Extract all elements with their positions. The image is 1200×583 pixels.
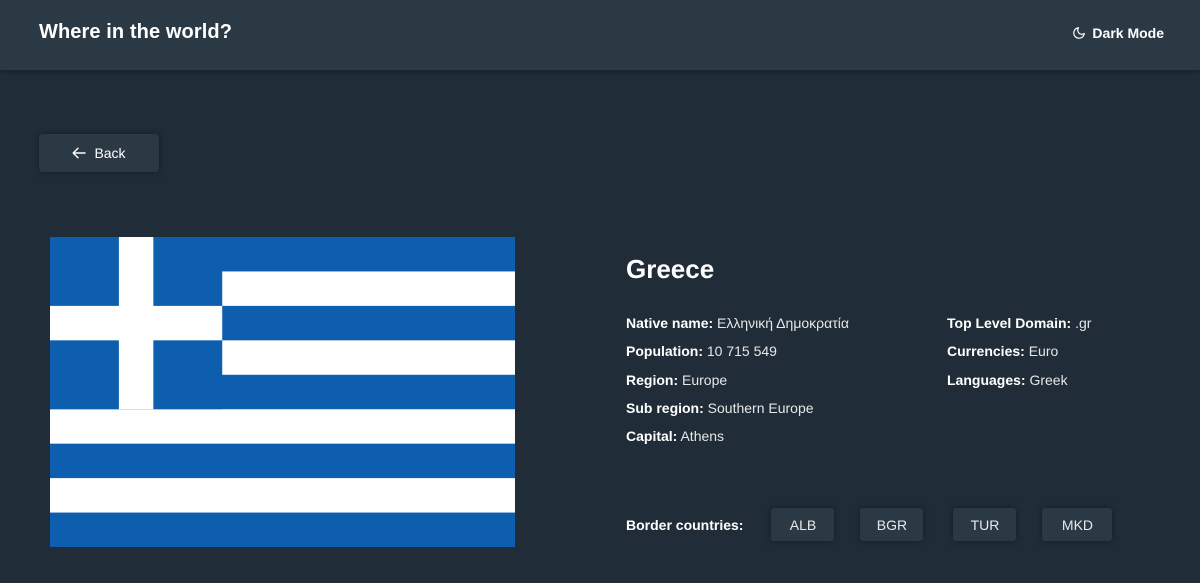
population-row: Population: 10 715 549 bbox=[626, 342, 849, 370]
border-country-button-mkd[interactable]: MKD bbox=[1042, 508, 1113, 541]
details-column-secondary: Top Level Domain: .gr Currencies: Euro L… bbox=[947, 314, 1091, 399]
native-name-row: Native name: Ελληνική Δημοκρατία bbox=[626, 314, 849, 342]
languages-label: Languages: bbox=[947, 371, 1026, 388]
sub-region-label: Sub region: bbox=[626, 399, 704, 416]
top-header: Where in the world? Dark Mode bbox=[0, 0, 1200, 70]
border-countries: Border countries: ALB BGR TUR MKD bbox=[626, 508, 1138, 541]
country-name: Greece bbox=[626, 254, 715, 284]
native-name-label: Native name: bbox=[626, 315, 714, 331]
population-label: Population: bbox=[626, 343, 703, 360]
currencies-value: Euro bbox=[1028, 343, 1059, 360]
currencies-label: Currencies: bbox=[947, 343, 1025, 360]
top-level-domain-label: Top Level Domain: bbox=[947, 315, 1072, 331]
details-column-primary: Native name: Ελληνική Δημοκρατία Populat… bbox=[626, 314, 849, 455]
country-details: Greece bbox=[626, 252, 714, 286]
border-country-button-bgr[interactable]: BGR bbox=[860, 508, 924, 541]
currencies-row: Currencies: Euro bbox=[947, 342, 1091, 370]
back-label: Back bbox=[94, 145, 126, 161]
languages-row: Languages: Greek bbox=[947, 371, 1091, 399]
top-level-domain-row: Top Level Domain: .gr bbox=[947, 314, 1091, 342]
border-country-button-tur[interactable]: TUR bbox=[953, 508, 1017, 541]
top-level-domain-value: .gr bbox=[1075, 315, 1092, 331]
country-flag-image bbox=[50, 237, 515, 547]
capital-row: Capital: Athens bbox=[626, 427, 849, 455]
back-button[interactable]: Back bbox=[39, 134, 159, 172]
languages-value: Greek bbox=[1029, 371, 1068, 388]
moon-icon bbox=[1072, 26, 1086, 40]
app-title: Where in the world? bbox=[39, 21, 233, 43]
sub-region-row: Sub region: Southern Europe bbox=[626, 399, 849, 427]
population-value: 10 715 549 bbox=[706, 343, 777, 360]
capital-label: Capital: bbox=[626, 428, 678, 445]
border-countries-label: Border countries: bbox=[626, 516, 744, 533]
arrow-left-icon bbox=[72, 147, 87, 159]
border-country-button-alb[interactable]: ALB bbox=[771, 508, 835, 541]
native-name-value: Ελληνική Δημοκρατία bbox=[717, 315, 849, 331]
dark-mode-toggle[interactable]: Dark Mode bbox=[1072, 25, 1164, 41]
dark-mode-label: Dark Mode bbox=[1092, 25, 1164, 41]
region-row: Region: Europe bbox=[626, 371, 849, 399]
capital-value: Athens bbox=[680, 428, 725, 445]
region-label: Region: bbox=[626, 371, 679, 388]
region-value: Europe bbox=[682, 371, 728, 388]
sub-region-value: Southern Europe bbox=[707, 399, 814, 416]
